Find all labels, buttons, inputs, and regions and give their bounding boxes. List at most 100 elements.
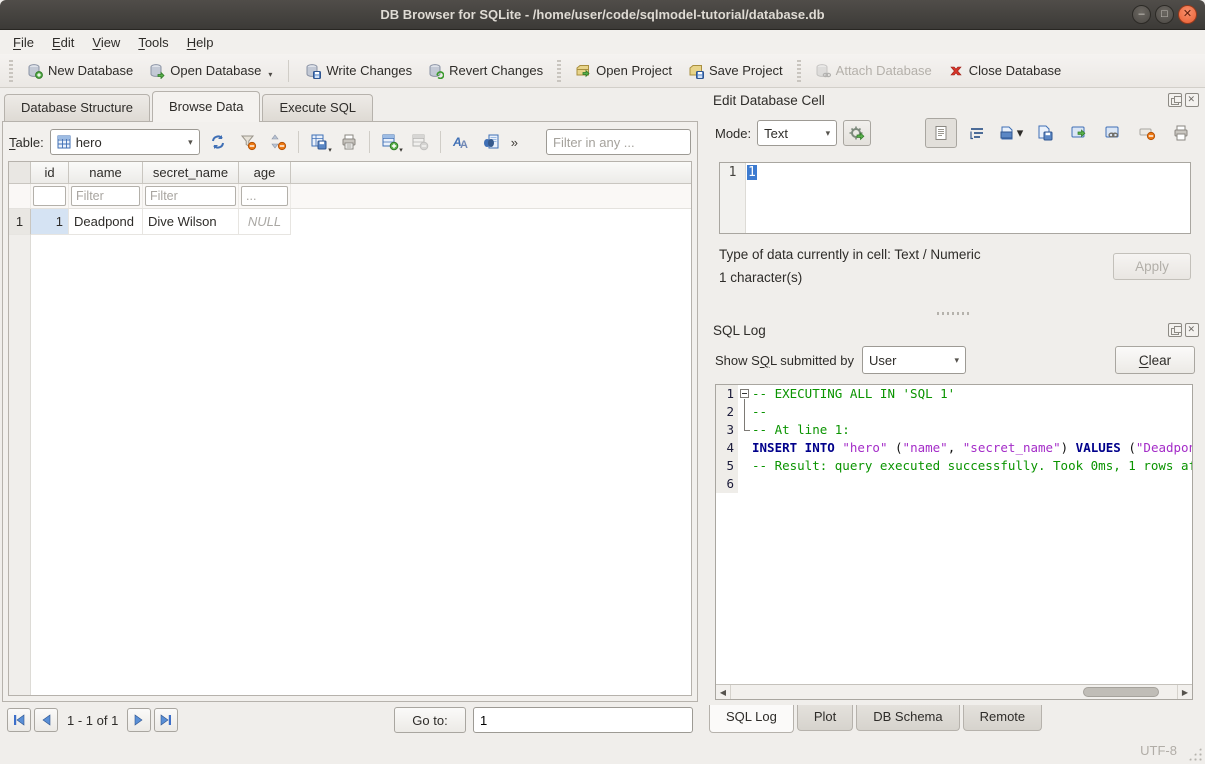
scroll-left-icon[interactable]: ◀ <box>716 685 731 699</box>
insert-record-button[interactable]: ▾ <box>378 130 402 154</box>
cell-editor[interactable]: 1 1 <box>719 162 1191 234</box>
float-panel-icon[interactable] <box>1168 93 1182 107</box>
close-database-button[interactable]: Close Database <box>941 59 1069 83</box>
goto-button[interactable]: Go to: <box>394 707 466 733</box>
menu-file[interactable]: File <box>4 32 43 53</box>
row-header[interactable]: 1 <box>9 209 31 235</box>
column-header-name[interactable]: name <box>69 162 143 183</box>
apply-data-button[interactable] <box>1065 120 1093 146</box>
prev-record-button[interactable] <box>34 708 58 732</box>
import-file-button[interactable]: ▾ <box>997 120 1025 146</box>
log-line-text: -- Result: query executed successfully. … <box>752 457 1192 475</box>
next-record-button[interactable] <box>127 708 151 732</box>
log-line-number: 6 <box>716 475 738 493</box>
clear-log-button[interactable]: Clear <box>1115 346 1195 374</box>
float-panel-icon[interactable] <box>1168 323 1182 337</box>
column-filter-input-secret_name[interactable] <box>145 186 236 206</box>
fold-marker-icon[interactable] <box>738 385 752 403</box>
open-database-button[interactable]: Open Database ▾ <box>142 59 279 83</box>
menu-tools[interactable]: Tools <box>129 32 177 53</box>
grid-corner-cell[interactable] <box>9 162 31 183</box>
chevron-down-icon: ▾ <box>188 137 193 148</box>
menu-edit[interactable]: Edit <box>43 32 83 53</box>
grid-cell-id[interactable]: 1 <box>31 209 69 235</box>
toolbar-grip[interactable] <box>9 60 13 82</box>
encoding-indicator[interactable]: UTF-8 <box>1140 743 1177 758</box>
write-changes-button[interactable]: Write Changes <box>298 59 419 83</box>
save-project-button[interactable]: Save Project <box>681 59 790 83</box>
last-record-button[interactable] <box>154 708 178 732</box>
dock-tab-db-schema[interactable]: DB Schema <box>856 705 959 731</box>
clear-sorting-icon <box>269 133 287 151</box>
bottom-dock-tabs: SQL LogPlotDB SchemaRemote <box>707 700 1201 736</box>
mode-select[interactable]: Text ▾ <box>757 120 837 146</box>
attach-database-button: Attach Database <box>808 59 939 83</box>
apply-data-icon <box>1070 124 1088 142</box>
close-panel-icon[interactable] <box>1185 323 1199 337</box>
filter-any-input[interactable] <box>546 129 691 155</box>
new-database-button[interactable]: New Database <box>20 59 140 83</box>
save-table-button[interactable]: ▾ <box>307 130 331 154</box>
sql-log-title: SQL Log <box>713 323 766 338</box>
dock-splitter[interactable] <box>707 308 1201 318</box>
maximize-icon[interactable]: □ <box>1155 5 1174 24</box>
menu-help[interactable]: Help <box>178 32 223 53</box>
column-header-secret_name[interactable]: secret_name <box>143 162 239 183</box>
revert-changes-button[interactable]: Revert Changes <box>421 59 550 83</box>
link-data-button[interactable] <box>1099 120 1127 146</box>
sql-log-area[interactable]: 1-- EXECUTING ALL IN 'SQL 1'2--3-- At li… <box>716 385 1192 684</box>
clear-sorting-button[interactable] <box>266 130 290 154</box>
table-select[interactable]: hero ▾ <box>50 129 200 155</box>
dock-tab-plot[interactable]: Plot <box>797 705 853 731</box>
chevron-down-icon: ▾ <box>954 355 959 366</box>
minimize-icon[interactable]: – <box>1132 5 1151 24</box>
column-header-age[interactable]: age <box>239 162 291 183</box>
open-database-icon <box>149 63 165 79</box>
tab-execute-sql[interactable]: Execute SQL <box>262 94 373 121</box>
menu-view[interactable]: View <box>83 32 129 53</box>
export-file-button[interactable] <box>1031 120 1059 146</box>
text-document-icon <box>933 125 949 141</box>
set-null-button[interactable] <box>1133 120 1161 146</box>
scroll-right-icon[interactable]: ▶ <box>1177 685 1192 699</box>
apply-cell-button[interactable] <box>843 120 871 146</box>
grid-cell-age[interactable]: NULL <box>239 209 291 235</box>
close-panel-icon[interactable] <box>1185 93 1199 107</box>
sql-log-line: 5-- Result: query executed successfully.… <box>716 457 1192 475</box>
font-format-button[interactable]: AA <box>449 130 473 154</box>
grid-header-row: idnamesecret_nameage <box>9 162 691 184</box>
dock-tab-sql-log[interactable]: SQL Log <box>709 705 794 733</box>
sql-log-dock: SQL Log Show SQL submitted by User ▾ Cle… <box>707 318 1201 736</box>
tab-database-structure[interactable]: Database Structure <box>4 94 150 121</box>
open-project-button[interactable]: Open Project <box>568 59 679 83</box>
overflow-chevron-icon[interactable]: » <box>509 135 520 150</box>
column-filter-input-age[interactable] <box>241 186 288 206</box>
goto-input[interactable] <box>473 707 693 733</box>
show-sql-select[interactable]: User ▾ <box>862 346 966 374</box>
toolbar-grip[interactable] <box>557 60 561 82</box>
toolbar-grip[interactable] <box>797 60 801 82</box>
column-filter-input-name[interactable] <box>71 186 140 206</box>
link-data-icon <box>1104 124 1122 142</box>
grid-cell-secret_name[interactable]: Dive Wilson <box>143 209 239 235</box>
dropdown-caret-icon[interactable]: ▾ <box>268 70 272 79</box>
print-cell-button[interactable] <box>1167 120 1195 146</box>
print-button[interactable] <box>337 130 361 154</box>
grid-cell-name[interactable]: Deadpond <box>69 209 143 235</box>
find-in-table-button[interactable] <box>479 130 503 154</box>
dock-tab-remote[interactable]: Remote <box>963 705 1043 731</box>
clear-filters-button[interactable] <box>236 130 260 154</box>
scrollbar-thumb[interactable] <box>1083 687 1159 697</box>
first-record-button[interactable] <box>7 708 31 732</box>
log-hscrollbar[interactable]: ◀ ▶ <box>716 684 1192 699</box>
text-mode-button[interactable] <box>925 118 957 148</box>
column-header-id[interactable]: id <box>31 162 69 183</box>
tab-browse-data[interactable]: Browse Data <box>152 91 260 122</box>
column-filter-input-id[interactable] <box>33 186 66 206</box>
refresh-button[interactable] <box>206 130 230 154</box>
close-icon[interactable]: ✕ <box>1178 5 1197 24</box>
word-wrap-button[interactable] <box>963 120 991 146</box>
edit-cell-title: Edit Database Cell <box>713 93 825 108</box>
show-sql-value: User <box>869 353 896 368</box>
resize-grip[interactable] <box>1188 747 1202 761</box>
